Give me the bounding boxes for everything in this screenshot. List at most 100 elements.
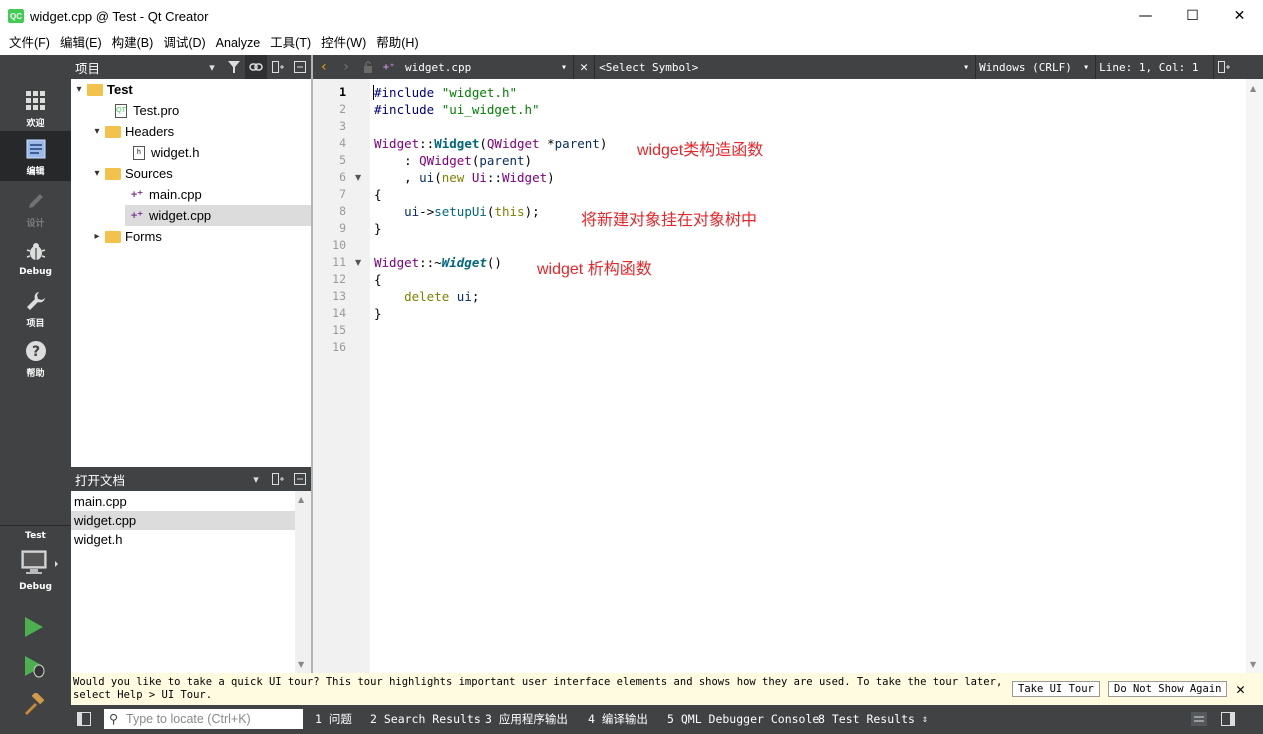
- debug-run-icon[interactable]: [23, 655, 47, 682]
- progress-details-icon[interactable]: [1191, 712, 1207, 729]
- menu-file[interactable]: 文件(F): [4, 32, 55, 55]
- open-doc-item[interactable]: widget.cpp: [71, 511, 295, 530]
- menu-help[interactable]: 帮助(H): [371, 32, 423, 55]
- close-pane-icon[interactable]: [289, 55, 311, 79]
- close-pane-icon[interactable]: [289, 467, 311, 491]
- open-doc-item[interactable]: main.cpp: [71, 492, 295, 511]
- code-line: }: [374, 306, 382, 321]
- menu-tools[interactable]: 工具(T): [265, 32, 316, 55]
- line-ending-selector[interactable]: Windows (CRLF): [979, 61, 1083, 74]
- chevron-down-icon[interactable]: ▾: [963, 62, 969, 73]
- split-pane-icon[interactable]: [267, 467, 289, 491]
- back-arrow-icon[interactable]: ‹: [313, 55, 335, 79]
- split-editor-icon[interactable]: [1214, 61, 1234, 73]
- annotation-setup-ui: 将新建对象挂在对象树中: [581, 212, 758, 229]
- current-file-combo[interactable]: widget.cpp: [405, 61, 555, 74]
- close-document-icon[interactable]: ✕: [574, 60, 594, 75]
- mode-design[interactable]: 设计: [0, 183, 71, 233]
- open-docs-title[interactable]: 打开文档: [71, 470, 245, 489]
- scroll-down-icon[interactable]: ▼: [1250, 660, 1256, 669]
- mode-edit[interactable]: 编辑: [0, 131, 71, 181]
- menu-edit[interactable]: 编辑(E): [55, 32, 107, 55]
- link-sync-icon[interactable]: [245, 55, 267, 79]
- tree-item-headers[interactable]: ▾ Headers: [91, 121, 174, 142]
- fold-marker-icon[interactable]: ▼: [355, 254, 361, 271]
- fold-marker-icon[interactable]: ▼: [355, 169, 361, 186]
- window-title: widget.cpp @ Test - Qt Creator: [30, 8, 209, 24]
- editor-scrollbar[interactable]: ▲ ▼: [1246, 79, 1263, 673]
- grid-icon: [23, 88, 49, 114]
- forward-arrow-icon[interactable]: ›: [335, 55, 357, 79]
- line-number: 7: [339, 187, 346, 201]
- project-pane-title[interactable]: 项目: [71, 58, 201, 77]
- lock-icon: [357, 55, 379, 79]
- output-tab-issues[interactable]: 1 问题: [315, 705, 352, 734]
- forms-folder-icon: [105, 230, 121, 244]
- line-number: 9: [339, 221, 346, 235]
- output-tab-search-results[interactable]: 2 Search Results: [370, 705, 481, 734]
- run-icon[interactable]: [23, 615, 45, 642]
- title-bar: QC widget.cpp @ Test - Qt Creator — ☐ ✕: [0, 0, 1263, 32]
- cursor-position[interactable]: Line: 1, Col: 1: [1099, 61, 1213, 74]
- menu-widgets[interactable]: 控件(W): [316, 32, 371, 55]
- symbol-selector[interactable]: <Select Symbol>: [599, 61, 963, 74]
- mode-help[interactable]: ? 帮助: [0, 333, 71, 383]
- code-line: #include "ui_widget.h": [374, 102, 540, 117]
- tree-item-main-cpp[interactable]: +⁺ main.cpp: [127, 184, 202, 205]
- mode-projects[interactable]: 项目: [0, 283, 71, 333]
- toggle-right-sidebar-icon[interactable]: [1221, 712, 1235, 729]
- ui-tour-infobar: Would you like to take a quick UI tour? …: [71, 673, 1263, 705]
- project-folder-icon: [87, 83, 103, 97]
- chevron-down-icon[interactable]: ▾: [91, 168, 103, 179]
- build-hammer-icon[interactable]: [23, 691, 47, 720]
- tree-item-widget-cpp[interactable]: +⁺ widget.cpp: [125, 205, 311, 226]
- menu-analyze[interactable]: Analyze: [211, 32, 265, 55]
- cpp-file-icon: +⁺: [383, 61, 396, 73]
- tree-item-test-project[interactable]: ▾ Test: [73, 79, 132, 100]
- output-tab-compile-output[interactable]: 4 编译输出: [588, 705, 648, 734]
- close-window-button[interactable]: ✕: [1216, 0, 1263, 32]
- editor-toolbar: ‹ › +⁺ widget.cpp ▾ ✕ <Select Symbol> ▾ …: [313, 55, 1263, 79]
- code-editor[interactable]: #include "widget.h" #include "ui_widget.…: [370, 79, 1246, 673]
- scroll-down-icon[interactable]: ▼: [298, 660, 304, 669]
- chevron-down-icon[interactable]: ▾: [201, 55, 223, 79]
- close-icon[interactable]: ✕: [1236, 680, 1245, 698]
- chevron-down-icon[interactable]: ▾: [561, 62, 567, 73]
- maximize-button[interactable]: ☐: [1169, 0, 1216, 32]
- target-project-label: Test: [25, 531, 46, 541]
- take-ui-tour-button[interactable]: Take UI Tour: [1012, 681, 1100, 697]
- chevron-right-icon[interactable]: ▸: [91, 231, 103, 242]
- output-tab-application-output[interactable]: 3 应用程序输出: [485, 705, 568, 734]
- wrench-icon: [23, 288, 49, 314]
- scroll-up-icon[interactable]: ▲: [298, 495, 304, 504]
- mode-debug[interactable]: Debug: [0, 233, 71, 283]
- pro-file-icon: QT: [113, 103, 129, 118]
- open-docs-scrollbar[interactable]: ▲ ▼: [295, 491, 311, 673]
- open-doc-item[interactable]: widget.h: [71, 530, 295, 549]
- tree-item-widget-h[interactable]: h widget.h: [129, 142, 199, 163]
- split-pane-icon[interactable]: [267, 55, 289, 79]
- chevron-down-icon[interactable]: ▾: [91, 126, 103, 137]
- tree-item-forms[interactable]: ▸ Forms: [91, 226, 161, 247]
- scroll-up-icon[interactable]: ▲: [1250, 84, 1256, 93]
- cpp-file-icon: +⁺: [130, 210, 144, 222]
- mode-welcome[interactable]: 欢迎: [0, 83, 71, 133]
- chevron-down-icon[interactable]: ▾: [73, 84, 85, 95]
- chevron-down-icon[interactable]: ▾: [245, 467, 267, 491]
- line-number: 5: [339, 153, 346, 167]
- output-tab-qml-debugger[interactable]: 5 QML Debugger Console: [667, 705, 819, 734]
- more-tabs-icon[interactable]: ⇕: [922, 705, 928, 734]
- menu-debug[interactable]: 调试(D): [158, 32, 210, 55]
- toggle-sidebar-icon[interactable]: [77, 712, 91, 729]
- chevron-down-icon[interactable]: ▾: [1083, 62, 1089, 73]
- question-icon: ?: [23, 338, 49, 364]
- menu-build[interactable]: 构建(B): [107, 32, 159, 55]
- filter-icon[interactable]: [223, 55, 245, 79]
- tree-item-sources[interactable]: ▾ Sources: [91, 163, 172, 184]
- output-tab-test-results[interactable]: 8 Test Results: [818, 705, 915, 734]
- do-not-show-again-button[interactable]: Do Not Show Again: [1108, 681, 1228, 697]
- kit-selector-monitor-icon[interactable]: [21, 549, 61, 582]
- tree-item-test-pro[interactable]: QT Test.pro: [111, 100, 179, 121]
- minimize-button[interactable]: —: [1122, 0, 1169, 32]
- locator-input[interactable]: ⚲ Type to locate (Ctrl+K): [104, 709, 303, 729]
